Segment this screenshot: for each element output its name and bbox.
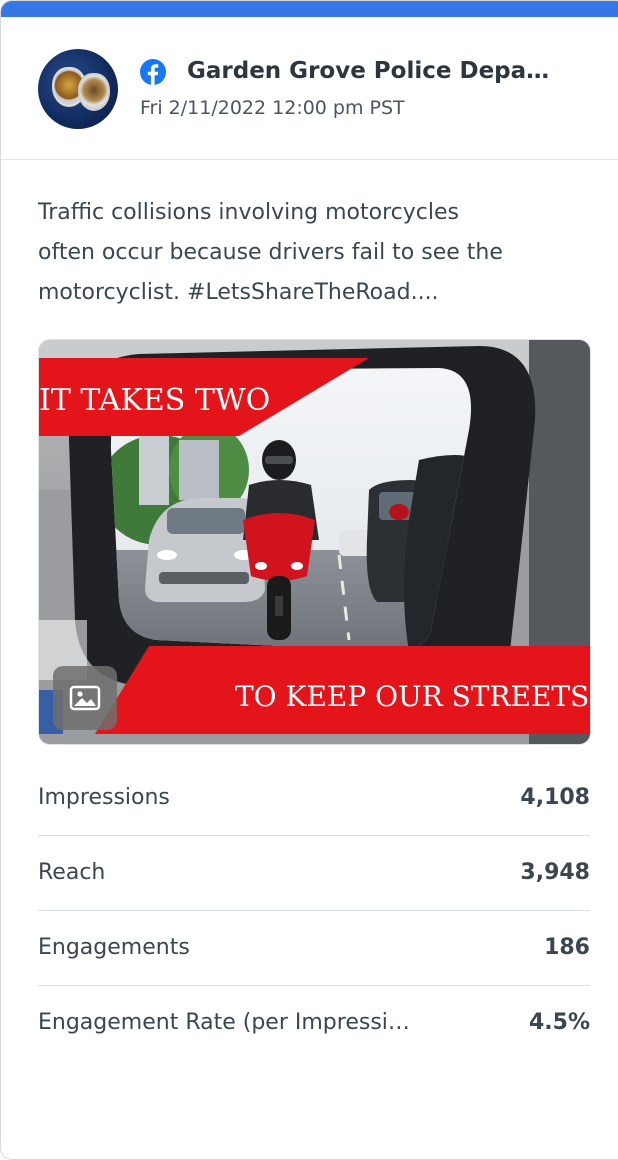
metric-label: Engagements [38,935,190,960]
metric-value: 4,108 [520,785,590,810]
post-message: Traffic collisions involving motorcycles… [38,193,588,313]
metric-row-engagement-rate: Engagement Rate (per Impressi… 4.5% [38,986,590,1060]
page-name[interactable]: Garden Grove Police Depa… [187,55,597,87]
metric-value: 4.5% [528,1010,590,1035]
post-header: Garden Grove Police Depa… Fri 2/11/2022 … [1,17,618,160]
media-type-badge [53,666,117,730]
post-date: Fri 2/11/2022 12:00 pm PST [140,97,405,119]
metric-row-impressions: Impressions 4,108 [38,761,590,836]
message-line: motorcyclist. #LetsShareTheRoad.... [38,280,439,305]
banner-top-text: IT TAKES TWO [39,383,270,418]
card-accent-bar [1,1,618,17]
message-line: Traffic collisions involving motorcycles [38,200,459,225]
metric-label: Impressions [38,785,170,810]
image-icon [69,685,101,711]
metric-label: Engagement Rate (per Impressi… [38,1010,410,1035]
metric-row-reach: Reach 3,948 [38,836,590,911]
message-line: often occur because drivers fail to see … [38,240,503,265]
post-card[interactable]: Garden Grove Police Depa… Fri 2/11/2022 … [0,0,618,1160]
metrics-table: Impressions 4,108 Reach 3,948 Engagement… [38,761,590,1060]
metric-value: 186 [544,935,590,960]
motorcycle-mirror-photo: IT TAKES TWO TO KEEP OUR STREETS SAF [39,340,591,744]
police-badge-right [78,73,110,111]
profile-avatar[interactable] [38,49,118,129]
metric-value: 3,948 [520,860,590,885]
post-image[interactable]: IT TAKES TWO TO KEEP OUR STREETS SAF [38,339,591,745]
banner-bottom-text: TO KEEP OUR STREETS SAF [235,680,591,713]
facebook-icon [140,59,166,85]
metric-label: Reach [38,860,106,885]
metric-row-engagements: Engagements 186 [38,911,590,986]
